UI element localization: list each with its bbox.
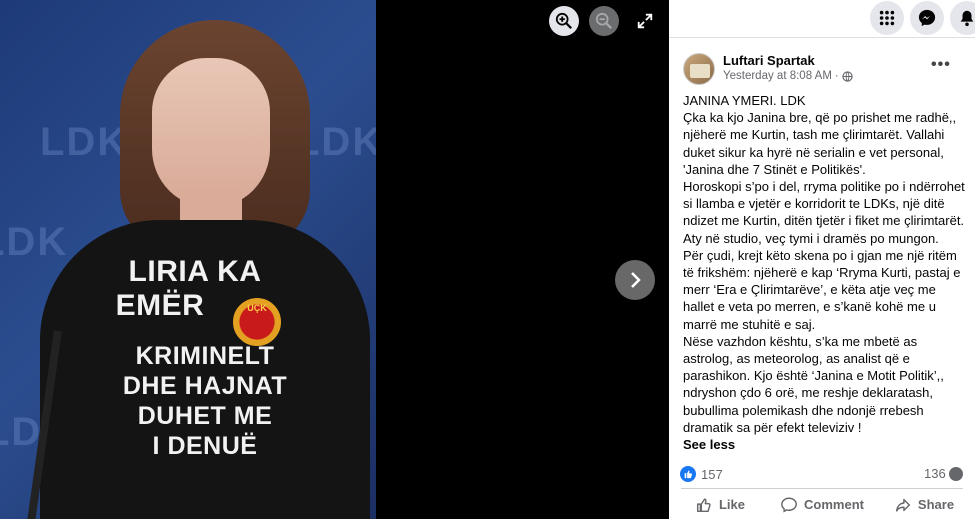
- post-timestamp[interactable]: Yesterday at 8:08 AM: [723, 70, 832, 82]
- notifications-button[interactable]: [950, 1, 975, 35]
- post-text: JANINA YMERI. LDK Çka ka kjo Janina bre,…: [683, 92, 969, 453]
- person-face: [152, 58, 270, 208]
- reactions-count: 157: [701, 466, 723, 482]
- post-paragraph: JANINA YMERI. LDK: [683, 93, 806, 108]
- share-icon: [895, 498, 910, 512]
- fullscreen-button[interactable]: [630, 6, 660, 36]
- comments-summary[interactable]: 136: [924, 466, 963, 481]
- shirt-line: I DENUË: [152, 432, 258, 460]
- post-actions: Like Comment Share: [669, 490, 975, 519]
- comment-button[interactable]: Comment: [771, 490, 873, 519]
- shirt-line: LIRIA KA: [128, 255, 262, 288]
- uck-emblem-text: UÇK: [247, 303, 267, 313]
- shirt-line: DUHET ME: [137, 402, 273, 430]
- post-photo[interactable]: LDK LDK LDK LDK LIRIA KA EMËR KRIMINELT …: [0, 0, 376, 519]
- photo-viewer: LDK LDK LDK LDK LIRIA KA EMËR KRIMINELT …: [0, 0, 669, 519]
- shirt-line: DHE HAJNAT: [122, 372, 288, 400]
- post-paragraph: Për çudi, krejt këto skena po i gjan me …: [683, 247, 961, 332]
- like-label: Like: [718, 497, 745, 512]
- post-paragraph: Çka ka kjo Janina bre, që po prishet me …: [683, 110, 957, 177]
- comment-bubble-icon: [948, 466, 963, 481]
- zoom-out-button[interactable]: [589, 6, 619, 36]
- background-logo-text: LDK: [40, 120, 129, 164]
- comment-icon: [781, 497, 797, 513]
- expand-icon: [637, 13, 653, 29]
- messenger-button[interactable]: [910, 1, 944, 35]
- grid-menu-icon: [879, 10, 895, 26]
- bell-icon: [960, 10, 974, 27]
- shirt-line: KRIMINELT: [135, 342, 275, 370]
- comments-count: 136: [924, 466, 946, 481]
- thumbs-up-icon: [696, 497, 711, 512]
- zoom-out-icon: [595, 12, 612, 29]
- zoom-in-button[interactable]: [549, 6, 579, 36]
- shirt-line: EMËR: [115, 289, 205, 322]
- next-photo-button[interactable]: [615, 260, 655, 300]
- like-button[interactable]: Like: [669, 490, 771, 519]
- more-options-button[interactable]: •••: [931, 56, 951, 74]
- post-paragraph: Nëse vazhdon kështu, s’ka me mbetë as as…: [683, 333, 944, 435]
- menu-button[interactable]: [870, 1, 904, 35]
- uck-emblem: UÇK: [233, 298, 281, 346]
- globe-icon: [842, 70, 853, 82]
- chevron-right-icon: [631, 272, 641, 288]
- messenger-icon: [918, 9, 936, 27]
- top-bar: [669, 0, 975, 38]
- shirt-slogan: LIRIA KA EMËR KRIMINELT DHE HAJNAT DUHET…: [40, 255, 370, 461]
- post-meta: Yesterday at 8:08 AM ·: [723, 70, 853, 82]
- post-panel: Luftari Spartak Yesterday at 8:08 AM · •…: [669, 0, 975, 519]
- zoom-in-icon: [555, 12, 572, 29]
- author-avatar[interactable]: [683, 53, 715, 85]
- divider: [681, 488, 963, 489]
- share-label: Share: [917, 497, 955, 512]
- see-less-link[interactable]: See less: [683, 436, 735, 453]
- like-reaction-icon: [680, 466, 696, 482]
- post-paragraph: Horoskopi s’po i del, rryma politike po …: [683, 179, 965, 246]
- share-button[interactable]: Share: [873, 490, 975, 519]
- meta-separator: ·: [834, 70, 839, 82]
- author-name[interactable]: Luftari Spartak: [723, 53, 815, 68]
- comment-label: Comment: [804, 497, 864, 512]
- reactions-summary[interactable]: 157: [680, 466, 723, 482]
